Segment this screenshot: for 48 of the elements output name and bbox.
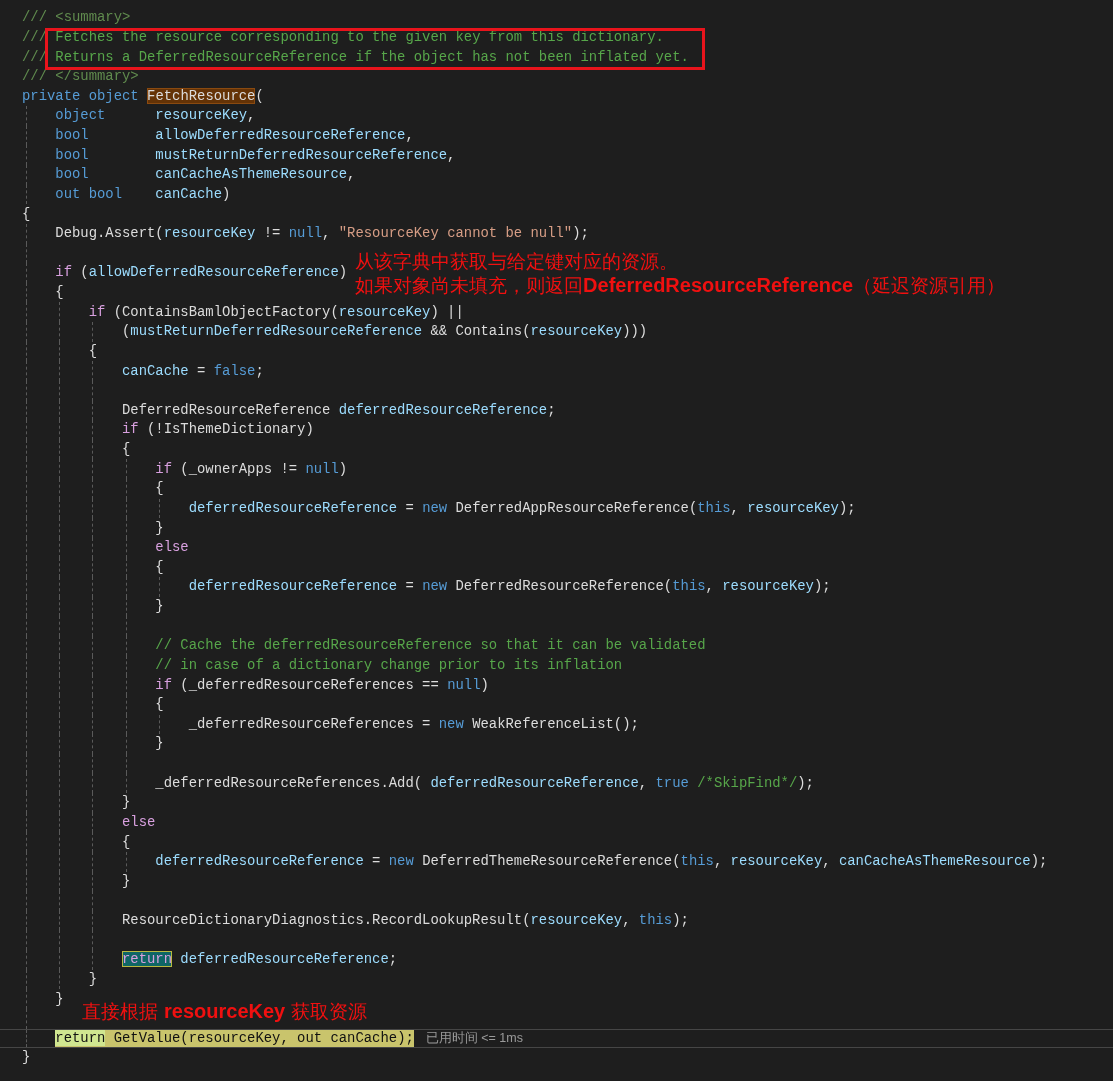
code-line: deferredResourceReference = new DeferredThemeResourceReference(this, resourceKey, canCacheAsThemeResource); [155, 853, 1048, 871]
code-line: } [155, 519, 164, 537]
code-line: bool allowDeferredResourceReference, [55, 127, 414, 145]
code-line: ResourceDictionaryDiagnostics.RecordLookupResult(resourceKey, this); [122, 912, 689, 930]
code-line: Debug.Assert(resourceKey != null, "ResourceKey cannot be null"); [55, 225, 589, 243]
code-line: bool canCacheAsThemeResource, [55, 166, 356, 184]
code-line: if (_deferredResourceReferences == null) [155, 676, 489, 694]
code-line: /// <summary> [22, 9, 131, 27]
code-line: { [155, 696, 164, 714]
code-line: _deferredResourceReferences.Add( deferredResourceReference, true /*SkipFind*/); [155, 774, 814, 792]
code-line: { [55, 284, 64, 302]
code-line: return deferredResourceReference; [122, 951, 398, 969]
code-line: bool mustReturnDeferredResourceReference, [55, 146, 456, 164]
code-line: { [122, 833, 131, 851]
code-line: else [122, 813, 156, 831]
annotation-text: 直接根据 resourceKey 获取资源 [82, 998, 368, 1023]
code-line: out bool canCache) [55, 185, 231, 203]
code-line: else [155, 539, 189, 557]
code-line: { [155, 480, 164, 498]
code-line: // Cache the deferredResourceReference so that it can be validated [155, 637, 706, 655]
code-line: DeferredResourceReference deferredResourceReference; [122, 401, 556, 419]
code-line: } [22, 1049, 31, 1067]
code-line: } [122, 872, 131, 890]
code-line: object resourceKey, [55, 107, 256, 125]
code-line: (mustReturnDeferredResourceReference && Contains(resourceKey))) [122, 323, 648, 341]
code-line: if (allowDeferredResourceReference) [55, 264, 348, 282]
code-line: { [155, 558, 164, 576]
code-line: _deferredResourceReferences = new WeakReferenceList(); [188, 715, 639, 733]
code-line: } [55, 990, 64, 1008]
code-line: canCache = false; [122, 362, 264, 380]
code-line: deferredResourceReference = new DeferredAppResourceReference(this, resourceKey); [188, 499, 856, 517]
code-line: if (ContainsBamlObjectFactory(resourceKey) || [88, 303, 464, 321]
code-line: private object FetchResource( [22, 87, 264, 105]
code-line: } [88, 970, 97, 988]
code-line: } [122, 794, 131, 812]
code-line: } [155, 735, 164, 753]
code-line: { [122, 441, 131, 459]
annotation-text: 从该字典中获取与给定键对应的资源。 [355, 248, 680, 273]
code-line: // in case of a dictionary change prior to its inflation [155, 656, 623, 674]
code-line: if (!IsThemeDictionary) [122, 421, 314, 439]
code-line: /// </summary> [22, 68, 139, 86]
code-line: deferredResourceReference = new DeferredResourceReference(this, resourceKey); [188, 578, 831, 596]
code-line: { [88, 342, 97, 360]
annotation-text: 如果对象尚未填充，则返回DeferredResourceReference（延迟资源引用） [355, 272, 1006, 297]
code-line: { [22, 205, 31, 223]
code-line: if (_ownerApps != null) [155, 460, 348, 478]
elapsed-time-hint: 已用时间 <= 1ms [425, 1029, 523, 1047]
code-line: } [155, 598, 164, 616]
